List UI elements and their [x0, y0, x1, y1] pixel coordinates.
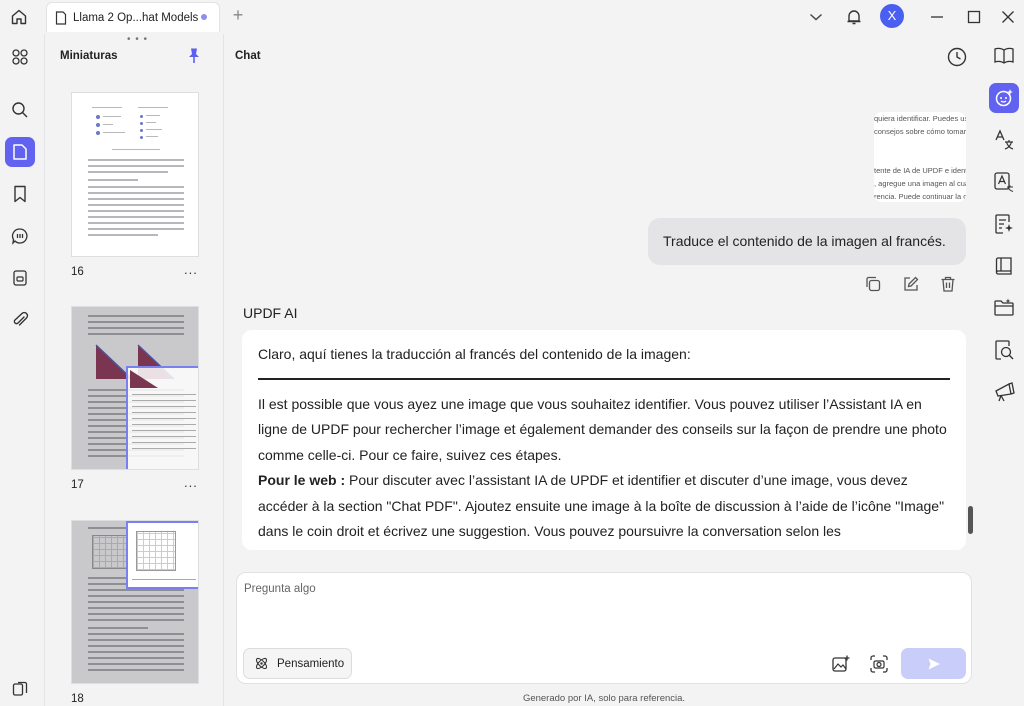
document-tab[interactable]: Llama 2 Op...hat Models — [46, 2, 220, 32]
page-more-button[interactable]: ... — [184, 262, 198, 277]
add-image-icon[interactable] — [828, 651, 854, 677]
preview-line: consejos sobre cómo tomar u — [874, 127, 966, 136]
comment-icon[interactable] — [5, 221, 35, 251]
layers-icon[interactable] — [5, 674, 35, 704]
left-tool-rail — [0, 34, 40, 706]
page-icon[interactable] — [5, 137, 35, 167]
ai-response: Claro, aquí tienes la traducción al fran… — [242, 330, 966, 550]
visible-area-indicator[interactable] — [126, 366, 198, 469]
stamp-icon[interactable] — [5, 263, 35, 293]
panel-resize-grip[interactable]: • • • — [127, 34, 148, 45]
page-thumbnail-16[interactable] — [71, 92, 199, 257]
page-more-button[interactable]: ... — [184, 475, 198, 490]
chevron-down-icon[interactable] — [803, 4, 829, 30]
ai-intro-text: Claro, aquí tienes la traducción al fran… — [258, 346, 691, 362]
close-icon[interactable] — [995, 4, 1021, 30]
folder-icon[interactable] — [989, 293, 1019, 323]
ai-paragraph-body: Pour discuter avec l’assistant IA de UPD… — [258, 472, 945, 539]
preview-line: quiera identificar. Puedes us — [874, 114, 966, 123]
ai-sender-label: UPDF AI — [243, 305, 298, 321]
presentation-icon[interactable] — [989, 377, 1019, 407]
ai-paragraph: Il est possible que vous ayez une image … — [258, 395, 947, 463]
ai-paragraph: Pour le web : Pour discuter avec l’assis… — [258, 468, 950, 545]
page-number-16: 16 — [71, 266, 84, 278]
preview-line: tente de IA de UPDF e identif — [874, 166, 966, 175]
page-number-17: 17 — [71, 479, 84, 491]
preview-line: , agregue una imagen al cuad — [874, 179, 966, 188]
page-thumbnail-18[interactable] — [71, 520, 199, 684]
bookmark-icon[interactable] — [5, 179, 35, 209]
translate-icon[interactable] — [989, 125, 1019, 155]
visible-area-indicator[interactable] — [126, 521, 198, 589]
tab-title: Llama 2 Op...hat Models — [73, 11, 199, 24]
ai-disclaimer: Generado por IA, solo para referencia. — [522, 693, 686, 704]
thumbnail-panel: • • • Miniaturas 16 ... 17 ... 18 — [44, 34, 224, 706]
ai-paragraph-heading: Pour le web : — [258, 472, 346, 488]
ai-assistant-icon[interactable] — [989, 83, 1019, 113]
thinking-label: Pensamiento — [277, 657, 345, 670]
search-doc-icon[interactable] — [989, 335, 1019, 365]
minimize-icon[interactable] — [924, 4, 950, 30]
send-button[interactable] — [901, 648, 966, 679]
edit-icon[interactable] — [899, 272, 923, 296]
send-icon — [928, 658, 940, 669]
grid-icon[interactable] — [5, 42, 35, 72]
book-open-icon[interactable] — [989, 41, 1019, 71]
page-thumbnail-17[interactable] — [71, 306, 199, 470]
chat-input-box: Pensamiento — [236, 572, 972, 684]
chat-title: Chat — [235, 50, 261, 62]
summarize-icon[interactable] — [989, 209, 1019, 239]
response-divider — [258, 377, 950, 380]
attachment-icon[interactable] — [5, 305, 35, 335]
chat-input[interactable] — [244, 583, 944, 643]
new-tab-button[interactable]: + — [229, 6, 247, 26]
maximize-icon[interactable] — [961, 4, 987, 30]
thumbnail-panel-title: Miniaturas — [60, 50, 118, 62]
chat-scrollbar[interactable] — [968, 506, 973, 534]
preview-line: rencia. Puede continuar la co — [874, 192, 966, 201]
user-message: Traduce el contenido de la imagen al fra… — [648, 218, 966, 265]
trash-icon[interactable] — [936, 272, 960, 296]
screenshot-camera-icon[interactable] — [866, 651, 892, 677]
history-clock-icon[interactable] — [946, 46, 968, 68]
document-tab-icon — [55, 10, 67, 25]
preview-line — [874, 151, 966, 164]
search-icon[interactable] — [5, 95, 35, 125]
unsaved-dot — [201, 14, 207, 20]
avatar[interactable]: X — [880, 4, 904, 28]
ocr-icon[interactable] — [989, 167, 1019, 197]
attached-image-preview[interactable]: quiera identificar. Puedes us consejos s… — [874, 112, 966, 202]
bell-icon[interactable] — [841, 4, 867, 30]
pin-icon[interactable] — [186, 47, 202, 65]
page-number-18: 18 — [71, 693, 84, 705]
copy-icon[interactable] — [861, 272, 885, 296]
title-bar: Llama 2 Op...hat Models + X — [0, 0, 1024, 34]
atom-icon — [255, 657, 268, 670]
thinking-toggle-button[interactable]: Pensamiento — [243, 648, 352, 679]
right-tool-rail — [984, 34, 1024, 706]
preview-line — [874, 138, 966, 151]
chat-panel: Chat quiera identificar. Puedes us conse… — [228, 34, 980, 706]
book-icon[interactable] — [989, 251, 1019, 281]
home-icon[interactable] — [8, 6, 30, 28]
